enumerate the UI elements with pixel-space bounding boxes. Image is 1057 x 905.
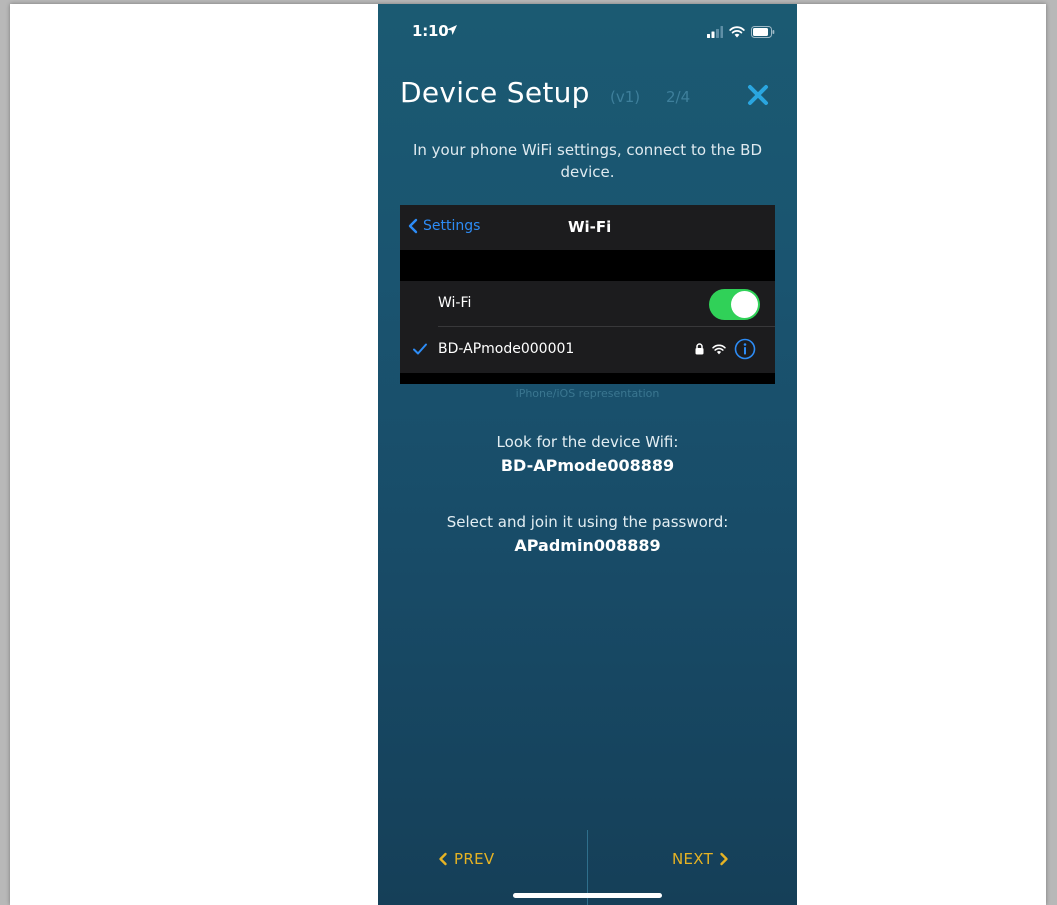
wifi-network-row: BD-APmode000001: [400, 327, 775, 373]
wifi-icon: [729, 26, 745, 38]
intro-text: In your phone WiFi settings, connect to …: [412, 141, 762, 181]
checkmark-icon: [413, 343, 427, 355]
device-wifi-name: BD-APmode008889: [500, 456, 675, 475]
chevron-left-icon: [439, 852, 447, 866]
page-title: Device Setup: [400, 76, 590, 109]
wifi-icon: [712, 343, 726, 354]
ios-wifi-list: Wi-Fi BD-APmode000001: [400, 281, 775, 373]
battery-icon: [751, 26, 775, 38]
device-wifi-block: Look for the device Wifi: BD-APmode00888…: [398, 430, 777, 478]
password-label: Select and join it using the password:: [446, 513, 729, 531]
ios-back-label: Settings: [423, 218, 481, 234]
info-icon: [734, 338, 756, 360]
phone-screen: 1:10 Device Setup (v1) 2/4 In your phone…: [378, 4, 797, 905]
close-icon[interactable]: [743, 80, 773, 110]
status-icons: [707, 24, 775, 40]
wifi-toggle: [709, 289, 760, 320]
status-time: 1:10: [412, 22, 449, 40]
wifi-settings-illustration: Settings Wi-Fi Wi-Fi BD-APmode000001: [400, 205, 775, 384]
ios-nav-title: Wi-Fi: [568, 218, 612, 236]
illustration-caption: iPhone/iOS representation: [515, 387, 660, 400]
home-indicator[interactable]: [513, 893, 662, 898]
status-bar: 1:10: [378, 4, 797, 58]
location-arrow-icon: [447, 25, 457, 35]
prev-button[interactable]: PREV: [438, 850, 494, 868]
next-label: NEXT: [672, 850, 714, 868]
signal-icon: [707, 26, 723, 38]
ios-nav-bar: Settings Wi-Fi: [400, 205, 775, 250]
step-indicator: 2/4: [666, 88, 691, 106]
password-value: APadmin008889: [514, 536, 661, 555]
chevron-left-icon: [408, 218, 418, 234]
device-wifi-label: Look for the device Wifi:: [496, 433, 679, 451]
version-label: (v1): [610, 88, 641, 106]
ios-back-link: Settings: [408, 218, 480, 234]
prev-label: PREV: [454, 850, 495, 868]
chevron-right-icon: [720, 852, 728, 866]
lock-icon: [695, 343, 704, 355]
header: Device Setup (v1) 2/4: [400, 76, 775, 116]
next-button[interactable]: NEXT: [672, 850, 729, 868]
wifi-toggle-row: Wi-Fi: [400, 281, 775, 327]
network-icons: [695, 338, 756, 360]
toggle-knob: [731, 291, 758, 318]
password-block: Select and join it using the password: A…: [398, 510, 777, 558]
wifi-toggle-label: Wi-Fi: [438, 295, 472, 311]
network-name: BD-APmode000001: [438, 341, 575, 357]
